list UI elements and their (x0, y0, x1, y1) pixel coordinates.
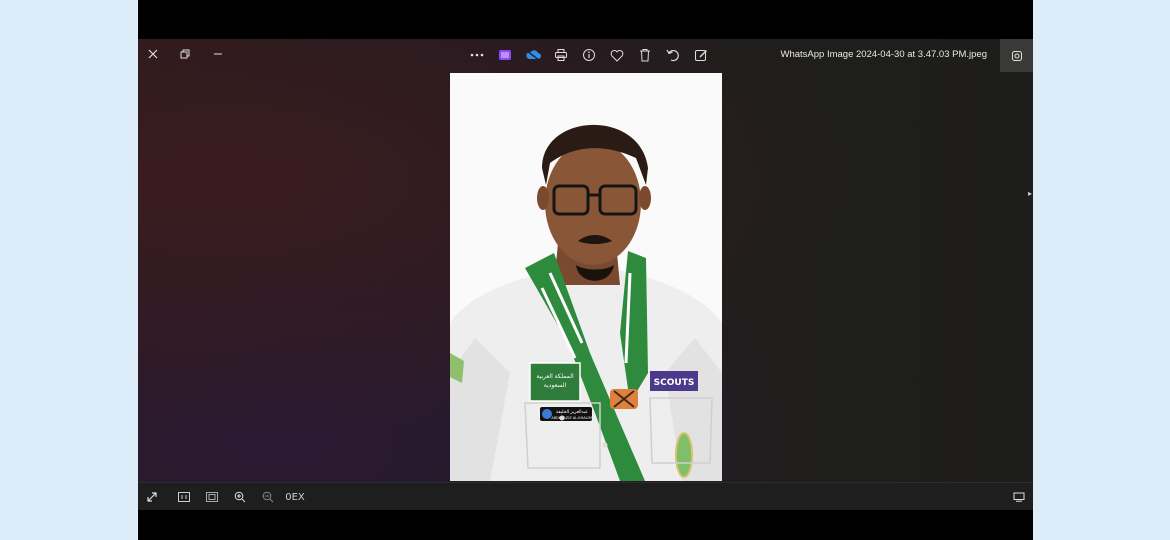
info-icon[interactable] (575, 43, 603, 67)
portrait-image: المملكة العربية السعودية عبدالعزيز الخلي… (450, 73, 722, 481)
clipchamp-icon[interactable] (491, 43, 519, 67)
more-icon[interactable] (463, 43, 491, 67)
slideshow-icon[interactable] (1008, 488, 1030, 506)
badge-left-line1: المملكة العربية (536, 373, 574, 380)
badge-scouts: SCOUTS (654, 378, 695, 388)
bottom-bar: 0EX (138, 482, 1033, 510)
zoom-in-icon[interactable] (229, 488, 251, 506)
print-icon[interactable] (547, 43, 575, 67)
favorite-icon[interactable] (603, 43, 631, 67)
rotate-icon[interactable] (659, 43, 687, 67)
badge-left-line2: السعودية (544, 382, 567, 389)
toolbar (463, 43, 715, 67)
fit-icon[interactable] (201, 488, 223, 506)
delete-icon[interactable] (631, 43, 659, 67)
onedrive-icon[interactable] (519, 43, 547, 67)
film-strip-icon (1011, 50, 1022, 61)
zoom-level[interactable]: 0EX (284, 488, 306, 506)
close-icon[interactable] (142, 43, 164, 65)
title-bar: WhatsApp Image 2024-04-30 at 3.47.03 PM.… (138, 39, 1033, 72)
edit-icon[interactable] (687, 43, 715, 67)
file-name: WhatsApp Image 2024-04-30 at 3.47.03 PM.… (780, 49, 988, 60)
actual-size-icon[interactable] (173, 488, 195, 506)
name-tag-arabic: عبدالعزيز الخليفة (556, 410, 588, 415)
name-tag-latin: ABDULAZIZ AL-KHALIFA (551, 416, 593, 420)
minimize-icon[interactable] (207, 43, 229, 65)
photos-app-window: WhatsApp Image 2024-04-30 at 3.47.03 PM.… (138, 39, 1033, 510)
fullscreen-icon[interactable] (141, 488, 163, 506)
film-strip-button[interactable] (1000, 39, 1033, 72)
zoom-out-icon[interactable] (257, 488, 279, 506)
restore-icon[interactable] (174, 43, 196, 65)
screen-frame: WhatsApp Image 2024-04-30 at 3.47.03 PM.… (138, 0, 1033, 540)
photo-view[interactable]: المملكة العربية السعودية عبدالعزيز الخلي… (450, 73, 722, 481)
next-arrow-icon[interactable]: ▸ (1028, 189, 1033, 199)
